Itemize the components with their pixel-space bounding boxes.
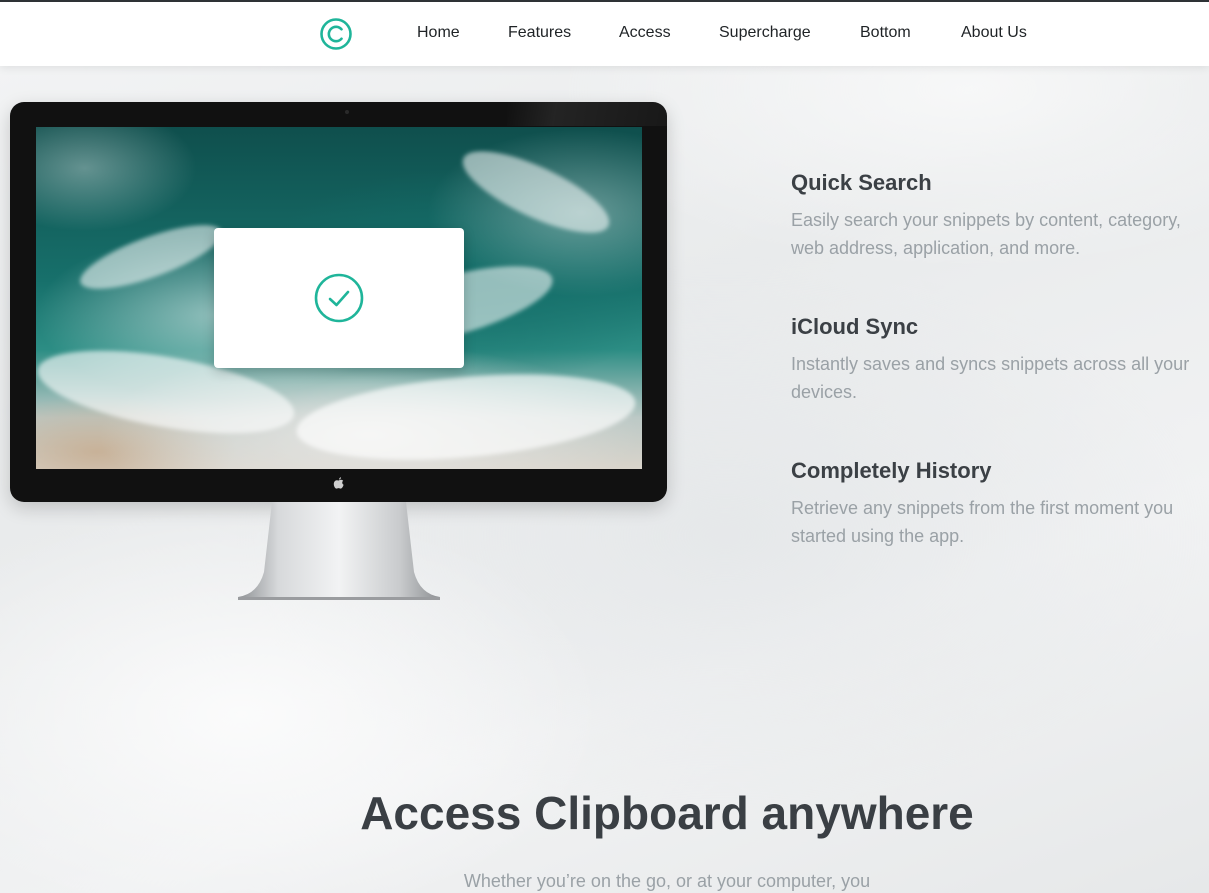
monitor-gloss <box>507 102 667 126</box>
ocean-wallpaper <box>36 127 642 469</box>
feature-desc-history: Retrieve any snippets from the first mom… <box>791 498 1174 546</box>
check-circle-icon <box>314 273 364 323</box>
section-title: Access Clipboard anywhere <box>360 787 974 839</box>
nav-home[interactable]: Home <box>417 24 460 42</box>
feature-desc-quick-search: Easily search your snippets by content, … <box>791 210 1181 258</box>
nav-bottom[interactable]: Bottom <box>860 24 911 42</box>
success-dialog <box>214 228 464 368</box>
navbar: Home Features Access Supercharge Bottom … <box>0 2 1209 66</box>
nav-about-us[interactable]: About Us <box>961 24 1027 42</box>
monitor-stand <box>238 502 440 600</box>
apple-logo-icon <box>333 477 344 489</box>
feature-title-quick-search: Quick Search <box>791 170 932 195</box>
feature-title-icloud-sync: iCloud Sync <box>791 314 919 339</box>
nav-access[interactable]: Access <box>619 24 671 42</box>
foam-patch <box>452 135 620 249</box>
nav-supercharge[interactable]: Supercharge <box>719 24 811 42</box>
foam-patch <box>73 212 229 302</box>
copyright-c-icon[interactable] <box>319 17 353 51</box>
camera-dot <box>345 110 349 114</box>
foam-patch <box>293 362 639 469</box>
feature-title-history: Completely History <box>791 458 992 483</box>
imac-monitor <box>10 102 667 502</box>
feature-desc-icloud-sync: Instantly saves and syncs snippets acros… <box>791 354 1190 402</box>
section-subtitle: Whether you’re on the go, or at your com… <box>463 871 871 891</box>
nav-features[interactable]: Features <box>508 24 571 42</box>
